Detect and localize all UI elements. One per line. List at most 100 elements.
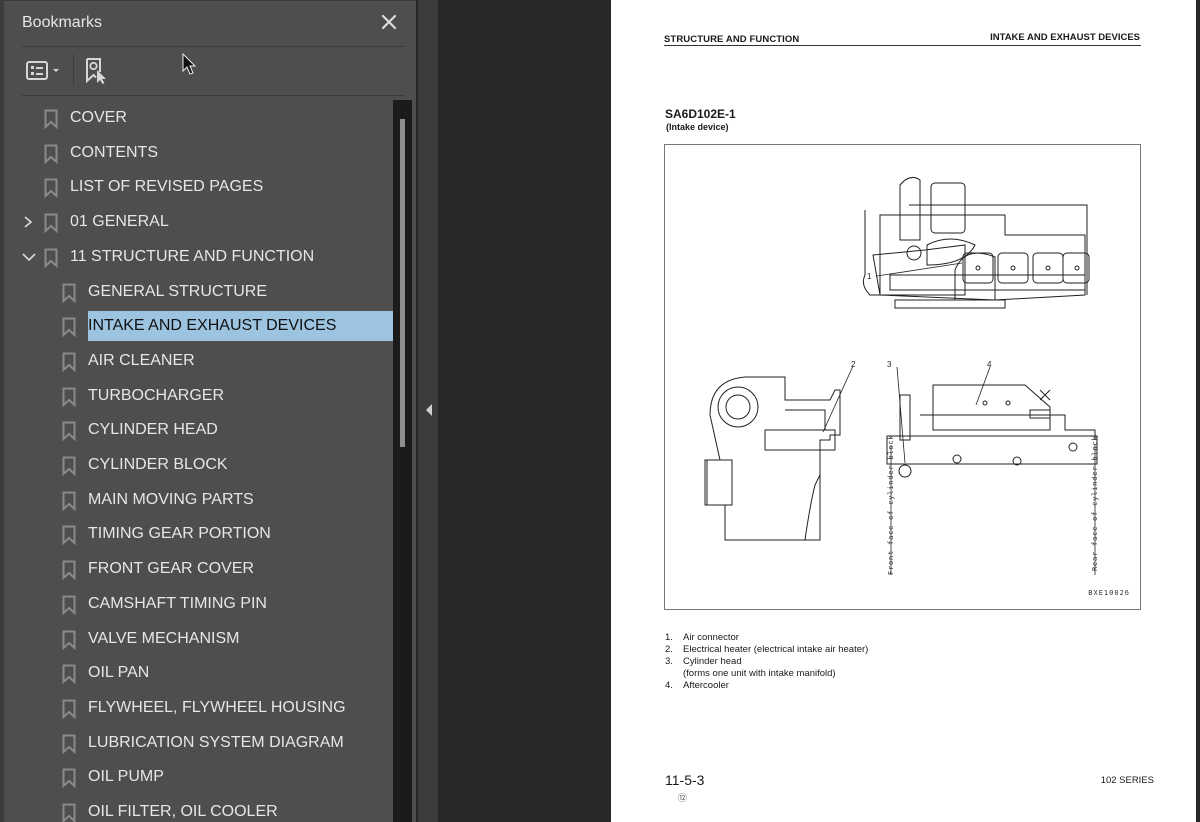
mouse-cursor-icon bbox=[182, 53, 197, 75]
bookmark-label: COVER bbox=[70, 109, 127, 126]
bookmark-icon bbox=[62, 387, 76, 407]
bookmark-icon bbox=[62, 317, 76, 338]
bookmark-icon bbox=[44, 213, 58, 234]
page-number: 11-5-3 bbox=[665, 772, 705, 788]
callout-2: 2 bbox=[851, 360, 856, 369]
close-icon bbox=[381, 14, 397, 30]
bookmark-icon bbox=[44, 144, 58, 164]
scrollbar-thumb[interactable] bbox=[400, 119, 405, 447]
bookmark-item[interactable]: OIL PAN bbox=[4, 656, 396, 690]
bookmark-item[interactable]: INTAKE AND EXHAUST DEVICES bbox=[4, 309, 396, 343]
bookmark-label: FRONT GEAR COVER bbox=[88, 560, 254, 578]
legend-item: 2. Electrical heater (electrical intake a… bbox=[665, 644, 868, 656]
bookmark-item[interactable]: FRONT GEAR COVER bbox=[4, 552, 396, 586]
chevron-down-icon[interactable] bbox=[22, 250, 36, 264]
bookmark-options-button[interactable] bbox=[24, 58, 66, 84]
parts-legend: 1. Air connector 2. Electrical heater (elec… bbox=[665, 632, 868, 692]
header-rule bbox=[664, 45, 1141, 46]
bookmark-item[interactable]: 01 GENERAL bbox=[4, 205, 396, 239]
bookmark-item[interactable]: CYLINDER HEAD bbox=[4, 413, 396, 447]
legend-text: (forms one unit with intake manifold) bbox=[683, 668, 836, 679]
bookmark-icon bbox=[62, 421, 76, 442]
bookmark-label: LIST OF REVISED PAGES bbox=[70, 178, 264, 196]
bookmark-tree: COVER CONTENTS LIST OF REVISED PAGES 01 GEN… bbox=[4, 101, 396, 822]
bookmark-label: INTAKE AND EXHAUST DEVICES bbox=[87, 310, 396, 343]
bookmark-item[interactable]: CAMSHAFT TIMING PIN bbox=[4, 587, 396, 621]
bookmark-icon bbox=[62, 630, 76, 650]
legend-number: 1. bbox=[665, 632, 673, 643]
engine-diagram: 1 2 3 4 Front face of cylinder block Rea… bbox=[664, 144, 1141, 610]
legend-item: 4. Aftercooler bbox=[665, 680, 868, 692]
bookmarks-panel: Bookmarks COVER CONTENTS LIST OF REVISED… bbox=[0, 0, 416, 822]
model-heading: SA6D102E-1 bbox=[665, 107, 736, 121]
bookmark-icon bbox=[62, 595, 76, 616]
front-face-label: Front face of cylinder block bbox=[887, 434, 895, 575]
bookmark-label: FLYWHEEL, FLYWHEEL HOUSING bbox=[88, 698, 346, 716]
bookmark-item[interactable]: VALVE MECHANISM bbox=[4, 622, 396, 656]
bookmark-icon bbox=[62, 491, 76, 511]
callout-3: 3 bbox=[887, 360, 892, 369]
legend-text: Electrical heater (electrical intake air… bbox=[683, 644, 869, 655]
model-subheading: (Intake device) bbox=[666, 122, 729, 132]
bookmark-label: CYLINDER HEAD bbox=[88, 421, 218, 439]
rear-face-label: Rear face of cylinder block bbox=[1091, 435, 1099, 571]
bookmark-label: 11 STRUCTURE AND FUNCTION bbox=[70, 247, 315, 265]
bookmark-label: CAMSHAFT TIMING PIN bbox=[88, 594, 267, 612]
callout-1: 1 bbox=[867, 272, 872, 281]
find-current-bookmark-icon bbox=[86, 58, 106, 84]
legend-text: Air connector bbox=[683, 632, 739, 643]
bookmark-label: TIMING GEAR PORTION bbox=[88, 525, 271, 543]
bookmark-item[interactable]: 11 STRUCTURE AND FUNCTION bbox=[4, 240, 396, 274]
bookmark-item[interactable]: FLYWHEEL, FLYWHEEL HOUSING bbox=[4, 691, 396, 725]
bookmark-item[interactable]: AIR CLEANER bbox=[4, 344, 396, 378]
bookmark-item[interactable]: GENERAL STRUCTURE bbox=[4, 275, 396, 309]
bookmarks-scrollbar[interactable] bbox=[393, 100, 412, 822]
bookmark-label: 01 GENERAL bbox=[70, 213, 169, 231]
series-label: 102 SERIES bbox=[1100, 775, 1154, 786]
bookmark-icon bbox=[62, 664, 76, 685]
top-view-drawing bbox=[862, 176, 1090, 309]
list-options-icon bbox=[26, 61, 59, 80]
bookmark-label: LUBRICATION SYSTEM DIAGRAM bbox=[88, 733, 344, 751]
bookmark-item[interactable]: COVER bbox=[4, 101, 396, 135]
bookmark-icon bbox=[62, 456, 76, 477]
find-current-bookmark-button[interactable] bbox=[84, 57, 110, 85]
bookmark-label: GENERAL STRUCTURE bbox=[88, 282, 267, 300]
bookmark-item[interactable]: CONTENTS bbox=[4, 136, 396, 170]
divider bbox=[22, 95, 404, 96]
bookmark-label: AIR CLEANER bbox=[88, 351, 195, 369]
bookmark-label: CYLINDER BLOCK bbox=[88, 456, 228, 473]
bookmark-icon bbox=[62, 352, 76, 373]
bookmark-item[interactable]: MAIN MOVING PARTS bbox=[4, 483, 396, 517]
bookmark-label: OIL PAN bbox=[88, 664, 150, 682]
legend-number: 3. bbox=[665, 656, 673, 667]
legend-item: (forms one unit with intake manifold) bbox=[665, 668, 868, 680]
bookmark-item[interactable]: CYLINDER BLOCK bbox=[4, 448, 396, 482]
bookmark-item[interactable]: OIL FILTER, OIL COOLER bbox=[4, 795, 396, 822]
chevron-right-icon[interactable] bbox=[22, 215, 34, 229]
bookmark-item[interactable]: TURBOCHARGER bbox=[4, 379, 396, 413]
bookmark-label: MAIN MOVING PARTS bbox=[88, 490, 254, 508]
legend-number: 2. bbox=[665, 644, 673, 655]
aftercooler-view-drawing bbox=[886, 384, 1098, 478]
divider bbox=[22, 46, 404, 47]
callout-4: 4 bbox=[987, 360, 992, 369]
legend-text: Cylinder head bbox=[683, 656, 742, 667]
legend-number bbox=[665, 668, 683, 680]
bookmark-icon bbox=[62, 734, 76, 754]
toolbar-separator bbox=[73, 54, 74, 86]
bookmark-item[interactable]: OIL PUMP bbox=[4, 760, 396, 794]
collapse-panel-button[interactable] bbox=[424, 403, 434, 417]
bookmark-icon bbox=[62, 768, 76, 789]
engine-drawing: 1 2 3 4 bbox=[704, 176, 1098, 575]
bookmark-icon bbox=[44, 178, 58, 199]
bookmark-item[interactable]: TIMING GEAR PORTION bbox=[4, 517, 396, 551]
legend-item: 1. Air connector bbox=[665, 632, 868, 644]
bookmark-item[interactable]: LIST OF REVISED PAGES bbox=[4, 170, 396, 204]
pdf-viewer: Bookmarks COVER CONTENTS LIST OF REVISED… bbox=[0, 0, 1200, 822]
bookmark-icon bbox=[44, 248, 58, 269]
bookmark-icon bbox=[62, 803, 76, 822]
close-panel-button[interactable] bbox=[378, 11, 400, 33]
figure-code: BXE10026 bbox=[1088, 589, 1130, 597]
bookmark-item[interactable]: LUBRICATION SYSTEM DIAGRAM bbox=[4, 726, 396, 760]
